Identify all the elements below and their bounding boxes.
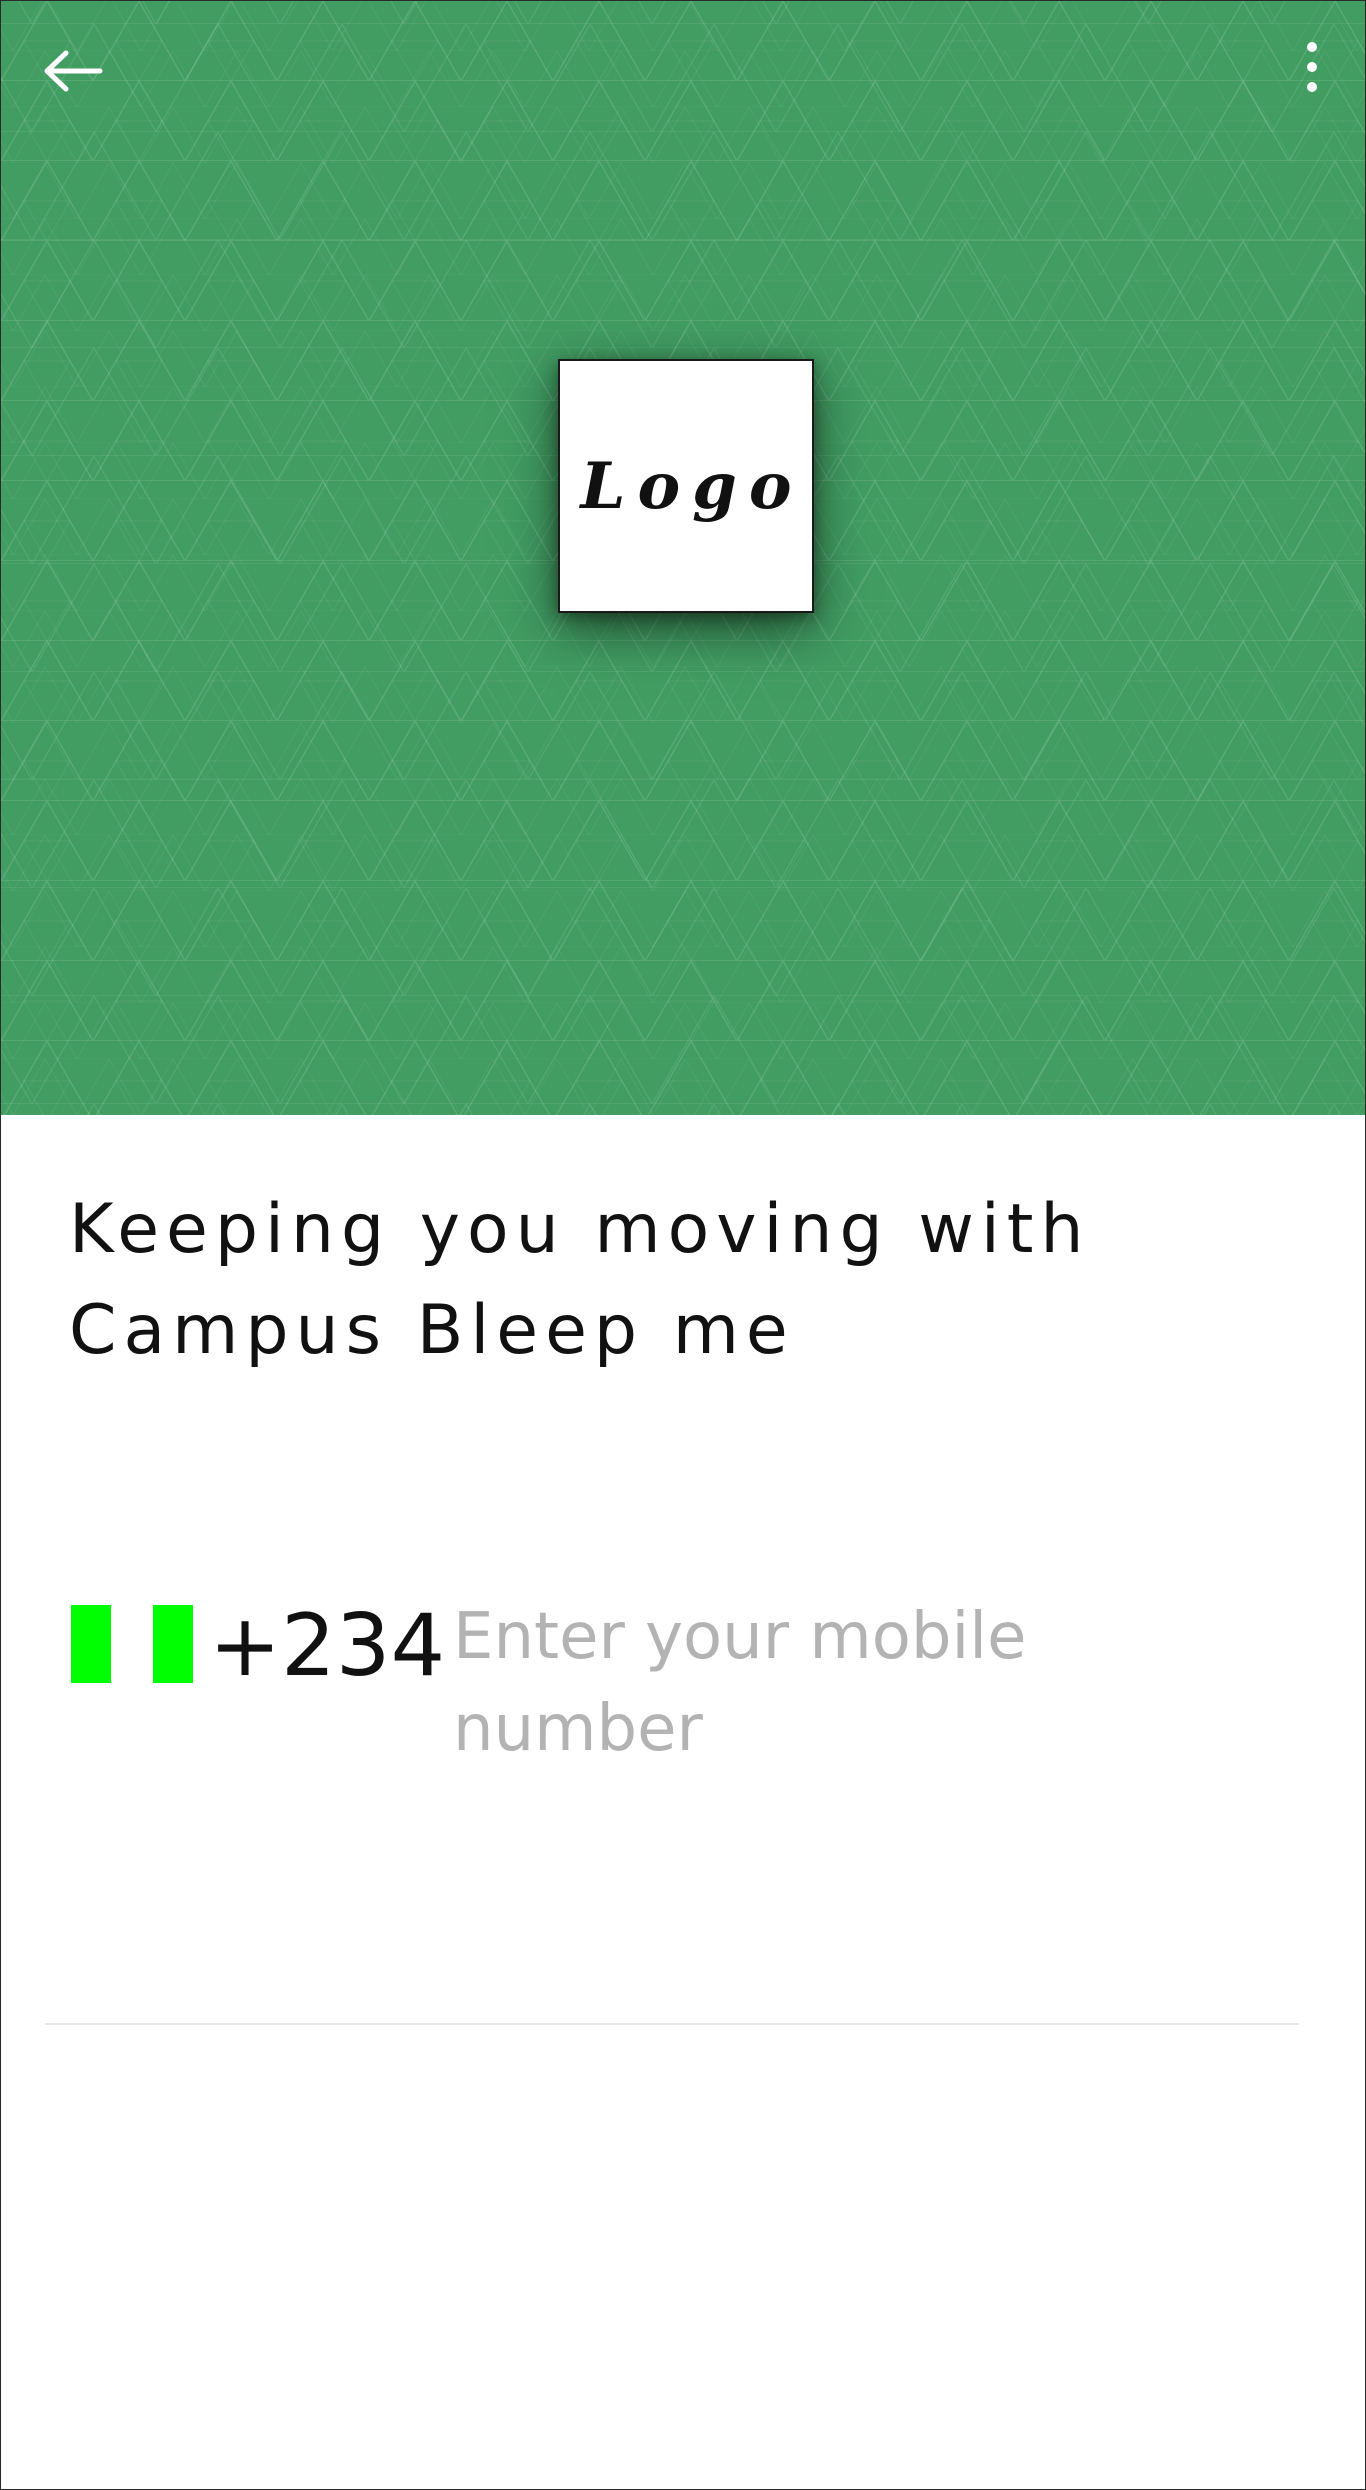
arrow-left-icon bbox=[44, 50, 103, 92]
country-dial-code[interactable]: +234 bbox=[209, 1591, 445, 1701]
logo-text: Logo bbox=[580, 448, 804, 524]
nigeria-flag-icon[interactable] bbox=[71, 1605, 193, 1683]
flag-stripe-left bbox=[71, 1605, 111, 1683]
back-button[interactable] bbox=[37, 43, 109, 99]
more-options-button[interactable] bbox=[1285, 31, 1339, 103]
phone-number-row: +234 bbox=[69, 1591, 1299, 1791]
mobile-number-input[interactable] bbox=[453, 1591, 1073, 1791]
screen: Logo Keeping you moving with Campus Blee… bbox=[0, 0, 1366, 2490]
header-banner: Logo bbox=[1, 1, 1365, 1115]
more-vertical-icon bbox=[1307, 42, 1317, 92]
divider-line bbox=[45, 2023, 1299, 2025]
welcome-headline: Keeping you moving with Campus Bleep me bbox=[69, 1190, 1091, 1370]
flag-stripe-right bbox=[153, 1605, 193, 1683]
app-logo: Logo bbox=[558, 359, 814, 613]
